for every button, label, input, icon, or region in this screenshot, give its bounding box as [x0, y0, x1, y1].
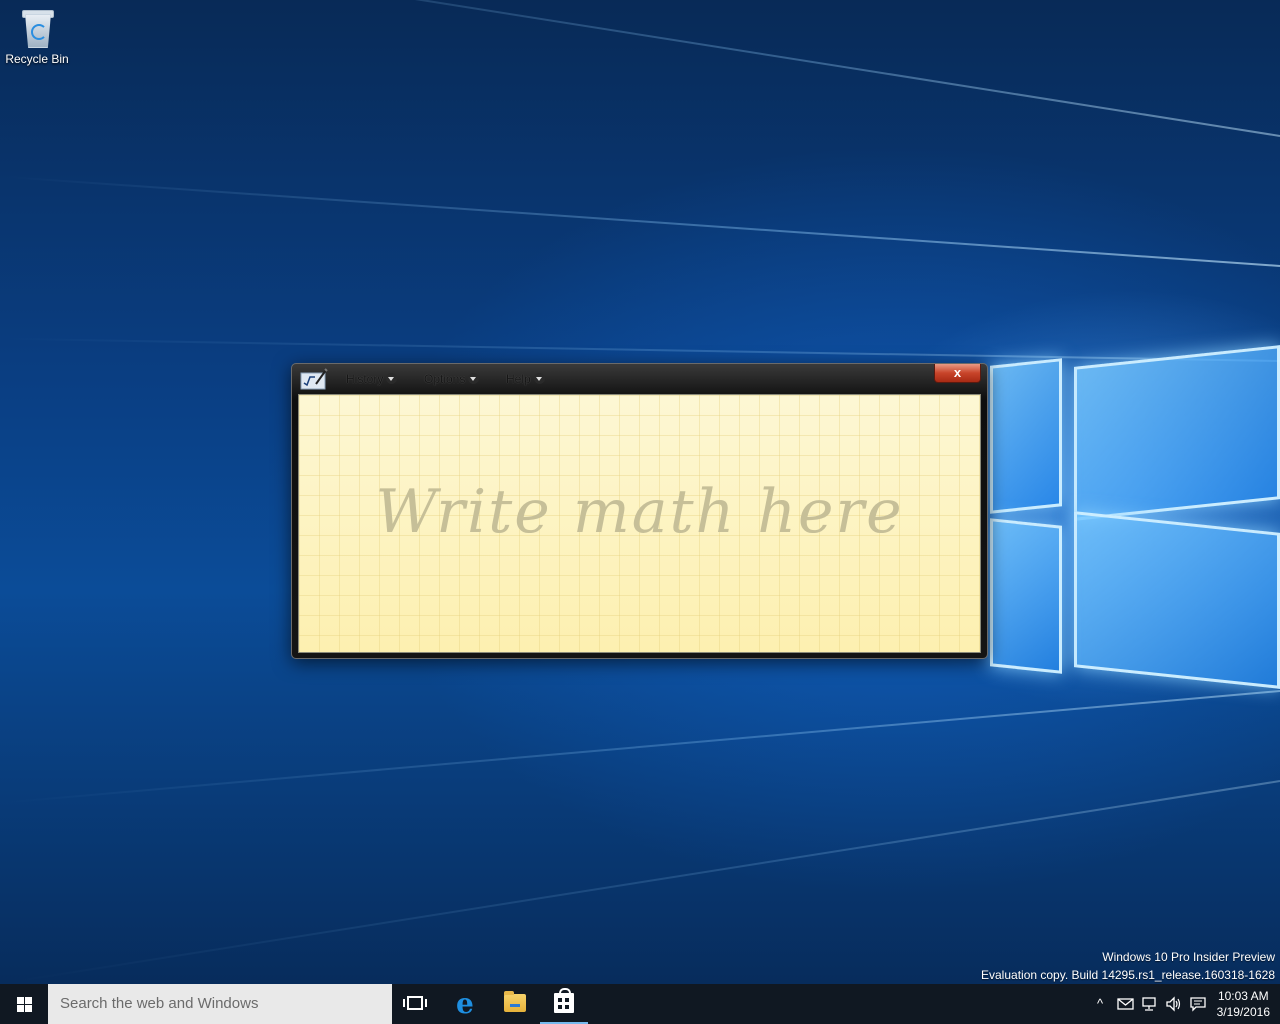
desktop-icon-recycle-bin[interactable]: Recycle Bin	[4, 6, 70, 66]
taskbar-search-box[interactable]: Search the web and Windows	[48, 984, 392, 1024]
action-center-icon[interactable]	[1189, 996, 1207, 1012]
build-watermark: Windows 10 Pro Insider Preview Evaluatio…	[981, 948, 1275, 984]
wallpaper-logo-pane	[990, 518, 1062, 674]
system-tray: ^ 10:03 AM 3/19/2016	[1090, 984, 1280, 1024]
math-input-panel-window: History Options Help x Write math here	[291, 363, 988, 659]
wallpaper-logo-pane	[1074, 511, 1280, 689]
task-view-button[interactable]	[392, 984, 440, 1024]
recycle-bin-icon	[20, 8, 54, 48]
chevron-down-icon	[533, 373, 545, 384]
menu-options-label: Options	[424, 372, 466, 386]
wallpaper-beam	[15, 0, 1280, 137]
menu-history[interactable]: History	[346, 370, 398, 388]
store-button[interactable]	[540, 984, 588, 1024]
task-view-icon	[403, 996, 427, 1010]
edge-button[interactable]: e	[443, 984, 491, 1024]
taskbar: Search the web and Windows e ^ 10:03 AM …	[0, 984, 1280, 1024]
wallpaper-logo-pane	[990, 358, 1062, 514]
taskbar-clock[interactable]: 10:03 AM 3/19/2016	[1217, 988, 1270, 1020]
mail-icon[interactable]	[1117, 997, 1135, 1011]
wallpaper-beam	[4, 690, 1280, 804]
math-writing-area[interactable]: Write math here	[298, 394, 981, 653]
chevron-down-icon	[386, 373, 398, 384]
math-input-panel-icon[interactable]	[300, 368, 328, 390]
volume-icon[interactable]	[1165, 996, 1183, 1012]
show-hidden-icons-chevron-icon[interactable]: ^	[1097, 994, 1103, 1014]
title-bar[interactable]: History Options Help x	[292, 364, 987, 394]
desktop: Recycle Bin History Options Help x Write…	[0, 0, 1280, 984]
windows-logo-icon	[17, 997, 32, 1012]
watermark-edition: Windows 10 Pro Insider Preview	[1102, 950, 1275, 964]
canvas-placeholder: Write math here	[375, 477, 904, 547]
menu-options[interactable]: Options	[424, 370, 480, 388]
file-explorer-button[interactable]	[491, 984, 539, 1024]
file-explorer-icon	[504, 991, 526, 1012]
edge-icon: e	[456, 987, 474, 1020]
menu-help[interactable]: Help	[506, 370, 545, 388]
clock-time: 10:03 AM	[1217, 989, 1269, 1003]
network-icon[interactable]	[1141, 996, 1159, 1012]
clock-date: 3/19/2016	[1216, 1005, 1270, 1019]
menu-history-label: History	[346, 372, 384, 386]
menu-help-label: Help	[506, 372, 531, 386]
wallpaper-logo-pane	[1074, 345, 1280, 521]
desktop-icon-label: Recycle Bin	[5, 52, 69, 66]
chevron-down-icon	[468, 373, 480, 384]
wallpaper-beam	[3, 175, 1280, 267]
wallpaper-beam	[0, 337, 1280, 362]
start-button[interactable]	[0, 984, 48, 1024]
store-icon	[554, 988, 574, 1013]
search-placeholder: Search the web and Windows	[60, 995, 259, 1012]
close-button[interactable]: x	[934, 364, 981, 383]
watermark-build: Evaluation copy. Build 14295.rs1_release…	[981, 968, 1275, 982]
